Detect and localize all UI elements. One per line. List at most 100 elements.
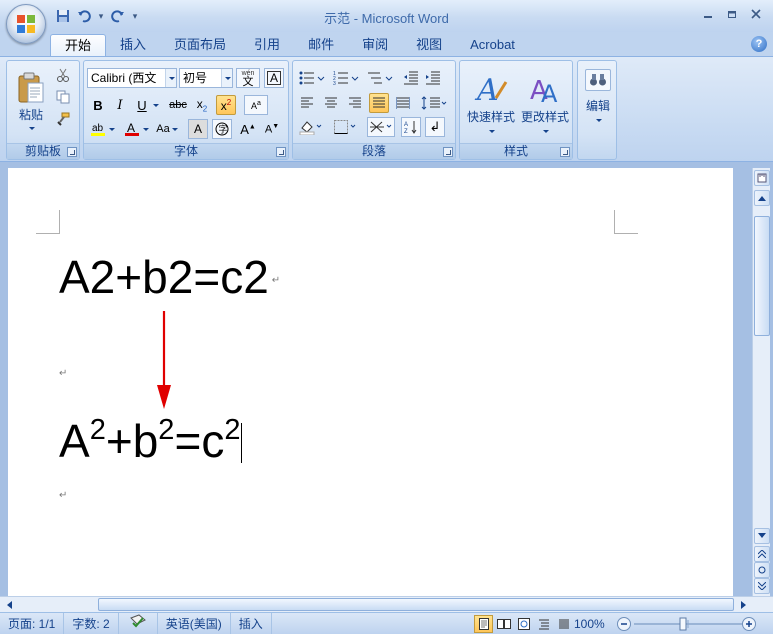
- strikethrough-icon[interactable]: abc: [166, 95, 190, 115]
- web-layout-view-icon[interactable]: [514, 615, 533, 633]
- underline-icon[interactable]: U: [132, 95, 152, 115]
- office-button[interactable]: [6, 4, 46, 44]
- superscript-icon[interactable]: x2: [216, 95, 236, 115]
- styles-dialog-launcher-icon[interactable]: [560, 147, 570, 157]
- chinese-layout-icon[interactable]: [367, 117, 395, 137]
- distributed-icon[interactable]: [393, 93, 413, 113]
- zoom-level[interactable]: 100%: [574, 613, 605, 634]
- equation-line-plain[interactable]: A2+b2=c2 ↵: [59, 250, 280, 304]
- paste-dropdown-icon[interactable]: [29, 127, 35, 130]
- tab-references[interactable]: 引用: [240, 34, 294, 56]
- ruler-toggle-icon[interactable]: [754, 170, 770, 186]
- sort-icon[interactable]: AZ: [401, 117, 421, 137]
- clipboard-dialog-launcher-icon[interactable]: [67, 147, 77, 157]
- font-color-icon[interactable]: A: [122, 119, 142, 139]
- horizontal-scroll-thumb[interactable]: [98, 598, 734, 611]
- grow-font-icon[interactable]: A▲: [238, 119, 258, 139]
- multilevel-list-icon[interactable]: [365, 68, 395, 88]
- underline-dropdown-icon[interactable]: [150, 95, 160, 115]
- vertical-scrollbar[interactable]: [752, 168, 770, 596]
- editing-button[interactable]: 编辑: [581, 65, 615, 125]
- cut-icon[interactable]: [53, 65, 73, 85]
- insert-mode-indicator[interactable]: 插入: [231, 612, 272, 634]
- text-cursor: [241, 423, 243, 463]
- copy-icon[interactable]: [53, 87, 73, 107]
- enclose-characters-icon[interactable]: 字: [212, 119, 232, 139]
- editing-label: 编辑: [585, 98, 610, 113]
- office-logo-icon: [17, 15, 35, 33]
- document-page[interactable]: A2+b2=c2 ↵ ↵ A2+b2=c2 ↵: [8, 168, 733, 596]
- format-painter-icon[interactable]: [53, 109, 73, 129]
- full-screen-reading-view-icon[interactable]: [494, 615, 513, 633]
- character-border-icon[interactable]: A: [264, 68, 284, 88]
- quick-styles-button[interactable]: A 快速样式: [464, 64, 518, 140]
- equation-line-superscript[interactable]: A2+b2=c2: [59, 414, 243, 468]
- highlight-dropdown-icon[interactable]: [106, 119, 116, 139]
- minimize-icon[interactable]: [697, 4, 719, 24]
- borders-icon[interactable]: [331, 117, 359, 137]
- proofing-icon[interactable]: [119, 612, 158, 634]
- red-arrow-annotation: [157, 311, 171, 409]
- crop-mark-top-right: [614, 210, 638, 234]
- font-dialog-launcher-icon[interactable]: [276, 147, 286, 157]
- shrink-font-icon[interactable]: A▼: [262, 119, 282, 139]
- font-color-dropdown-icon[interactable]: [140, 119, 150, 139]
- scroll-right-icon[interactable]: [737, 598, 751, 611]
- subscript-icon[interactable]: x2: [192, 95, 212, 115]
- line-spacing-icon[interactable]: [419, 93, 449, 113]
- page-count[interactable]: 页面: 1/1: [0, 612, 65, 634]
- previous-page-icon[interactable]: [754, 546, 770, 562]
- scroll-left-icon[interactable]: [2, 598, 16, 611]
- change-case-icon[interactable]: Aa: [154, 119, 180, 139]
- vertical-scroll-thumb[interactable]: [754, 216, 770, 336]
- paragraph-dialog-launcher-icon[interactable]: [443, 147, 453, 157]
- font-name-combo[interactable]: Calibri (西文: [87, 68, 177, 88]
- align-center-icon[interactable]: [321, 93, 341, 113]
- print-layout-view-icon[interactable]: [474, 615, 493, 633]
- select-browse-object-icon[interactable]: [754, 562, 770, 578]
- draft-view-icon[interactable]: [554, 615, 573, 633]
- help-icon[interactable]: ?: [751, 36, 767, 52]
- font-size-dropdown-icon[interactable]: [221, 69, 232, 87]
- next-page-icon[interactable]: [754, 578, 770, 594]
- tab-insert[interactable]: 插入: [106, 34, 160, 56]
- show-hide-marks-icon[interactable]: ↲: [425, 117, 445, 137]
- zoom-slider[interactable]: [616, 616, 766, 632]
- zoom-slider-thumb[interactable]: [679, 617, 687, 631]
- word-count[interactable]: 字数: 2: [64, 612, 119, 634]
- change-styles-button[interactable]: A A 更改样式: [518, 64, 572, 140]
- clear-formatting-icon[interactable]: Aa: [244, 95, 268, 115]
- restore-icon[interactable]: [721, 4, 743, 24]
- tab-home[interactable]: 开始: [50, 34, 107, 56]
- font-group-label: 字体: [84, 143, 288, 159]
- phonetic-guide-button[interactable]: wén 文: [236, 68, 260, 88]
- increase-indent-icon[interactable]: [423, 68, 443, 88]
- language-indicator[interactable]: 英语(美国): [158, 612, 231, 634]
- paste-icon: [18, 72, 44, 103]
- italic-icon[interactable]: I: [110, 95, 130, 115]
- justify-icon[interactable]: [369, 93, 389, 113]
- align-right-icon[interactable]: [345, 93, 365, 113]
- scroll-down-icon[interactable]: [754, 528, 770, 544]
- tab-page-layout[interactable]: 页面布局: [160, 34, 240, 56]
- tab-view[interactable]: 视图: [402, 34, 456, 56]
- close-icon[interactable]: [745, 4, 767, 24]
- character-shading-icon[interactable]: A: [188, 119, 208, 139]
- horizontal-scrollbar[interactable]: [0, 596, 773, 612]
- tab-acrobat[interactable]: Acrobat: [456, 34, 529, 56]
- numbering-icon[interactable]: 123: [331, 68, 361, 88]
- paste-button[interactable]: 粘贴: [11, 65, 51, 137]
- font-size-combo[interactable]: 初号: [179, 68, 233, 88]
- tab-mailings[interactable]: 邮件: [294, 34, 348, 56]
- font-name-dropdown-icon[interactable]: [165, 69, 176, 87]
- align-left-icon[interactable]: [297, 93, 317, 113]
- outline-view-icon[interactable]: [534, 615, 553, 633]
- shading-icon[interactable]: [297, 117, 325, 137]
- bold-icon[interactable]: B: [88, 95, 108, 115]
- decrease-indent-icon[interactable]: [401, 68, 421, 88]
- editing-dropdown-icon: [596, 118, 602, 122]
- bullets-icon[interactable]: [297, 68, 327, 88]
- tab-review[interactable]: 审阅: [348, 34, 402, 56]
- scroll-up-icon[interactable]: [754, 190, 770, 206]
- highlight-icon[interactable]: ab: [88, 119, 108, 139]
